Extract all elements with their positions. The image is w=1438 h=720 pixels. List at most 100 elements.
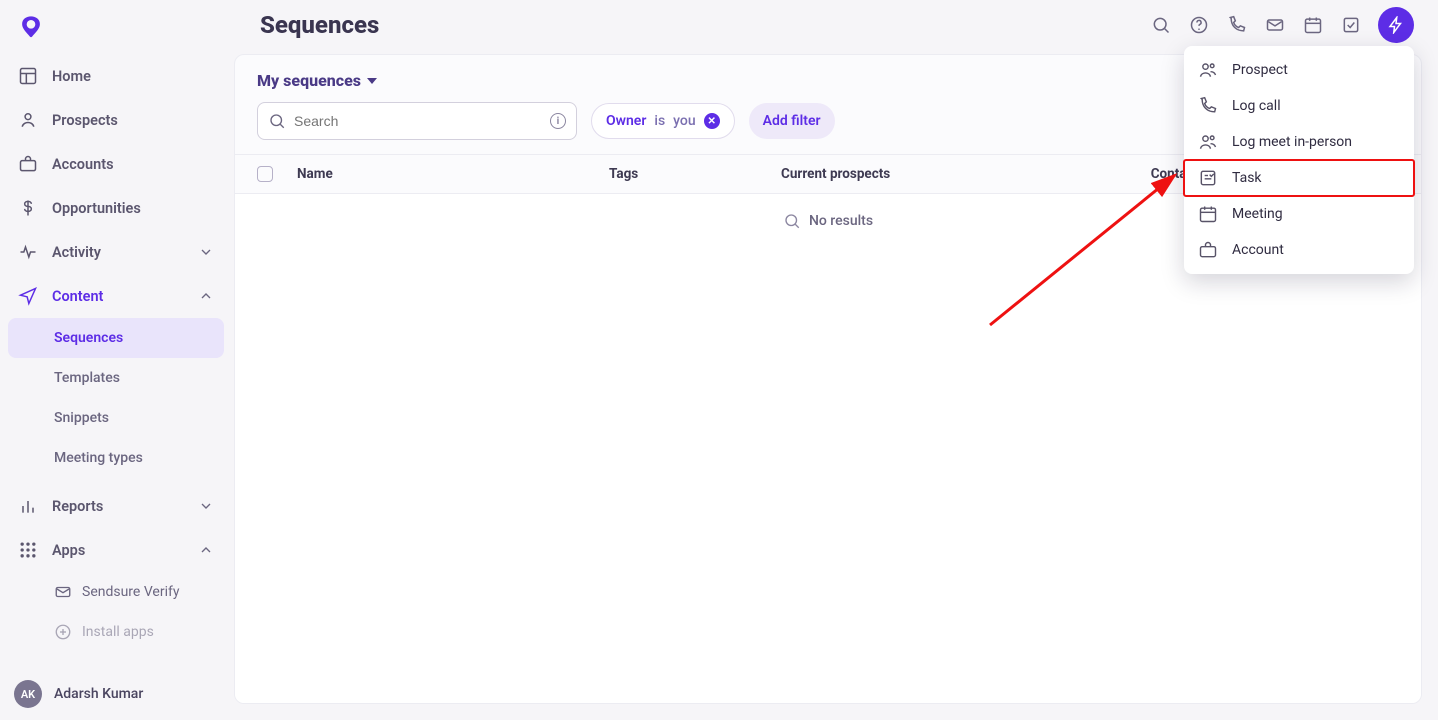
remove-filter-icon[interactable]: ✕ bbox=[704, 113, 720, 129]
column-prospects[interactable]: Current prospects bbox=[781, 166, 1041, 182]
subitem-install-apps[interactable]: Install apps bbox=[8, 612, 224, 652]
filter-value: you bbox=[673, 113, 695, 129]
user-name: Adarsh Kumar bbox=[54, 686, 143, 702]
calendar-icon bbox=[1198, 204, 1218, 224]
sidebar-item-home[interactable]: Home bbox=[8, 54, 224, 98]
phone-icon[interactable] bbox=[1226, 14, 1248, 36]
phone-icon bbox=[1198, 96, 1218, 116]
topbar: Sequences bbox=[232, 0, 1438, 50]
filter-chip-owner[interactable]: Owner is you ✕ bbox=[591, 103, 735, 139]
sidebar-item-label: Reports bbox=[52, 498, 103, 515]
mail-icon[interactable] bbox=[1264, 14, 1286, 36]
mail-check-icon bbox=[54, 583, 72, 601]
subitem-label: Sendsure Verify bbox=[82, 584, 180, 600]
calendar-icon[interactable] bbox=[1302, 14, 1324, 36]
sidebar-item-label: Prospects bbox=[52, 112, 118, 129]
subitem-label: Snippets bbox=[54, 410, 109, 426]
subitem-meeting-types[interactable]: Meeting types bbox=[8, 438, 224, 478]
scope-label: My sequences bbox=[257, 71, 361, 90]
sidebar-nav: Home Prospects Accounts Opportunities Ac bbox=[0, 54, 232, 668]
menu-item-label: Account bbox=[1232, 242, 1284, 258]
subitem-sequences[interactable]: Sequences bbox=[8, 318, 224, 358]
sidebar-item-apps[interactable]: Apps bbox=[8, 528, 224, 572]
sidebar-item-label: Activity bbox=[52, 244, 101, 261]
subitem-sendsure-verify[interactable]: Sendsure Verify bbox=[8, 572, 224, 612]
search-icon bbox=[783, 212, 801, 230]
empty-state: No results bbox=[783, 212, 873, 230]
content-submenu: Sequences Templates Snippets Meeting typ… bbox=[8, 318, 224, 478]
sidebar-item-reports[interactable]: Reports bbox=[8, 484, 224, 528]
subitem-templates[interactable]: Templates bbox=[8, 358, 224, 398]
menu-item-account[interactable]: Account bbox=[1184, 232, 1414, 268]
sidebar-item-label: Home bbox=[52, 68, 91, 85]
add-filter-label: Add filter bbox=[763, 113, 821, 129]
app-logo[interactable] bbox=[0, 8, 232, 54]
task-icon bbox=[1198, 168, 1218, 188]
sidebar-item-label: Opportunities bbox=[52, 200, 141, 217]
column-name[interactable]: Name bbox=[297, 166, 597, 182]
sidebar-item-label: Apps bbox=[52, 542, 85, 559]
menu-item-prospect[interactable]: Prospect bbox=[1184, 52, 1414, 88]
sidebar-item-prospects[interactable]: Prospects bbox=[8, 98, 224, 142]
sidebar-item-opportunities[interactable]: Opportunities bbox=[8, 186, 224, 230]
sidebar: Home Prospects Accounts Opportunities Ac bbox=[0, 0, 232, 720]
menu-item-label: Log call bbox=[1232, 98, 1281, 114]
subitem-label: Sequences bbox=[54, 330, 123, 346]
apps-submenu: Sendsure Verify Install apps bbox=[8, 572, 224, 652]
users-icon bbox=[1198, 132, 1218, 152]
menu-item-label: Task bbox=[1232, 170, 1262, 186]
send-icon bbox=[18, 286, 38, 306]
search-input[interactable] bbox=[294, 113, 542, 129]
menu-item-log-meet[interactable]: Log meet in-person bbox=[1184, 124, 1414, 160]
empty-text: No results bbox=[809, 213, 873, 229]
subitem-snippets[interactable]: Snippets bbox=[8, 398, 224, 438]
avatar: AK bbox=[14, 680, 42, 708]
subitem-label: Install apps bbox=[82, 624, 154, 640]
task-icon[interactable] bbox=[1340, 14, 1362, 36]
filter-key: Owner bbox=[606, 113, 646, 129]
help-icon[interactable] bbox=[1188, 14, 1210, 36]
select-all-checkbox[interactable] bbox=[257, 166, 273, 182]
plus-circle-icon bbox=[54, 623, 72, 641]
menu-item-task[interactable]: Task bbox=[1184, 160, 1414, 196]
quick-create-button[interactable] bbox=[1378, 7, 1414, 43]
search-icon bbox=[268, 112, 286, 130]
subitem-label: Meeting types bbox=[54, 450, 143, 466]
menu-item-label: Meeting bbox=[1232, 206, 1283, 222]
filter-verb: is bbox=[654, 113, 665, 129]
apps-grid-icon bbox=[18, 540, 38, 560]
layout-icon bbox=[18, 66, 38, 86]
briefcase-icon bbox=[18, 154, 38, 174]
topbar-actions bbox=[1150, 7, 1414, 43]
chevron-up-icon bbox=[198, 288, 214, 304]
bar-chart-icon bbox=[18, 496, 38, 516]
scope-selector[interactable]: My sequences bbox=[257, 71, 377, 90]
user-icon bbox=[18, 110, 38, 130]
dollar-icon bbox=[18, 198, 38, 218]
sidebar-item-content[interactable]: Content bbox=[8, 274, 224, 318]
page-title: Sequences bbox=[260, 11, 379, 39]
sidebar-item-label: Accounts bbox=[52, 156, 114, 173]
menu-item-meeting[interactable]: Meeting bbox=[1184, 196, 1414, 232]
search-icon[interactable] bbox=[1150, 14, 1172, 36]
sidebar-item-accounts[interactable]: Accounts bbox=[8, 142, 224, 186]
caret-down-icon bbox=[367, 78, 377, 84]
quick-create-menu: Prospect Log call Log meet in-person Tas… bbox=[1184, 46, 1414, 274]
avatar-initials: AK bbox=[21, 688, 35, 701]
users-icon bbox=[1198, 60, 1218, 80]
sidebar-item-label: Content bbox=[52, 288, 103, 305]
column-tags[interactable]: Tags bbox=[609, 166, 769, 182]
search-box[interactable]: i bbox=[257, 102, 577, 140]
subitem-label: Templates bbox=[54, 370, 120, 386]
chevron-up-icon bbox=[198, 542, 214, 558]
info-icon[interactable]: i bbox=[550, 113, 566, 129]
sidebar-item-activity[interactable]: Activity bbox=[8, 230, 224, 274]
menu-item-label: Prospect bbox=[1232, 62, 1288, 78]
briefcase-icon bbox=[1198, 240, 1218, 260]
activity-icon bbox=[18, 242, 38, 262]
menu-item-label: Log meet in-person bbox=[1232, 134, 1352, 150]
add-filter-button[interactable]: Add filter bbox=[749, 103, 835, 139]
chevron-down-icon bbox=[198, 244, 214, 260]
menu-item-log-call[interactable]: Log call bbox=[1184, 88, 1414, 124]
sidebar-user[interactable]: AK Adarsh Kumar bbox=[0, 668, 232, 720]
